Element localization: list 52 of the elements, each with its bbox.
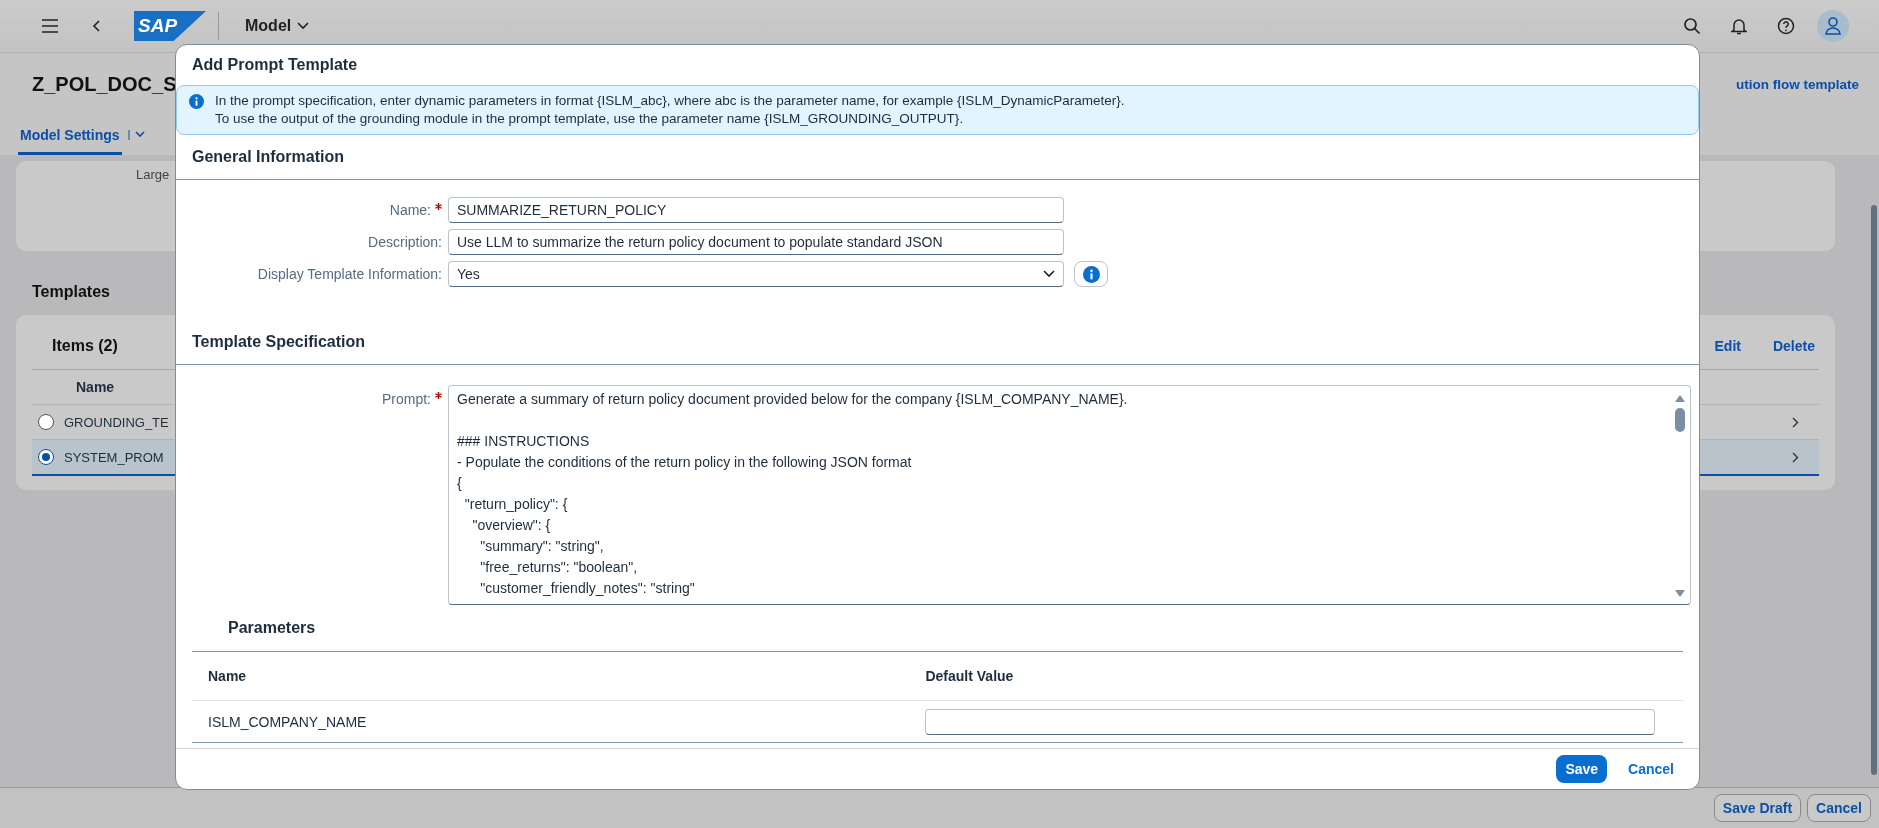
page-title: Z_POL_DOC_S — [32, 72, 177, 96]
model-settings-tab[interactable]: Model Settings — [18, 115, 122, 155]
field-label: Description: — [368, 234, 442, 250]
dialog-title: Add Prompt Template — [191, 55, 359, 75]
required-asterisk-icon — [435, 392, 442, 399]
required-asterisk-icon — [435, 203, 442, 210]
sap-logo[interactable]: SAP — [134, 11, 206, 41]
toolbar-link[interactable]: Edit — [1714, 338, 1741, 354]
field-label: Display Template Information: — [257, 266, 442, 282]
radio-button[interactable] — [38, 414, 54, 430]
column-header: Default Value — [924, 668, 1015, 684]
execution-flow-link[interactable]: ution flow template — [1736, 76, 1859, 92]
info-icon — [189, 94, 204, 109]
section-heading: Template Specification — [176, 320, 1699, 365]
column-header: Name — [207, 668, 248, 684]
caret-icon — [297, 22, 310, 30]
info-text: To use the output of the grounding module in the prompt template, use the parameter name {ISLM_GROUNDING_OUTPUT}. — [215, 110, 965, 128]
input-field[interactable]: SUMMARIZE_RETURN_POLICY — [448, 197, 1064, 223]
info-button[interactable] — [1074, 261, 1108, 287]
chevron-right-icon[interactable] — [1792, 416, 1799, 428]
search-icon[interactable] — [1683, 17, 1701, 35]
field-label: Name: — [389, 202, 431, 218]
save-button[interactable]: Save — [1556, 755, 1608, 783]
table-cell: GROUNDING_TE — [64, 414, 169, 430]
chevron-right-icon[interactable] — [1792, 451, 1799, 463]
section-heading: General Information — [176, 135, 1699, 180]
section-heading: Parameters — [192, 605, 1683, 652]
select-field[interactable]: Yes — [448, 261, 1064, 287]
back-icon[interactable] — [92, 20, 100, 32]
radio-button[interactable] — [38, 449, 54, 465]
items-title: Items (2) — [52, 337, 118, 355]
templates-heading: Templates — [32, 283, 111, 301]
column-header: Name — [76, 379, 115, 395]
input-field[interactable] — [925, 708, 1656, 735]
footer-button[interactable]: Save Draft — [1713, 794, 1802, 822]
help-icon[interactable] — [1777, 17, 1795, 35]
cancel-button[interactable]: Cancel — [1619, 755, 1683, 783]
info-text: In the prompt specification, enter dynamic parameters in format {ISLM_abc}, where abc is the parameter name, for example {ISLM_DynamicParameter}. — [215, 92, 1125, 110]
app-title-menu[interactable]: Model — [239, 16, 316, 36]
field-label: Prompt: — [382, 391, 431, 407]
menu-icon[interactable] — [42, 19, 58, 33]
toolbar-link[interactable]: Delete — [1772, 338, 1815, 354]
field-label: Large — [136, 167, 170, 182]
table-cell-text: ISLM_COMPANY_NAME — [207, 713, 368, 730]
dropdown-caret-icon[interactable] — [1043, 270, 1055, 278]
info-icon — [1082, 265, 1100, 283]
bell-icon[interactable] — [1731, 17, 1747, 35]
caret-icon[interactable] — [127, 130, 148, 140]
user-avatar-icon[interactable] — [1817, 10, 1849, 42]
table-cell: SYSTEM_PROM — [64, 449, 164, 465]
input-field[interactable]: Use LLM to summarize the return policy document to populate standard JSON — [448, 229, 1064, 255]
footer-button[interactable]: Cancel — [1807, 794, 1871, 822]
